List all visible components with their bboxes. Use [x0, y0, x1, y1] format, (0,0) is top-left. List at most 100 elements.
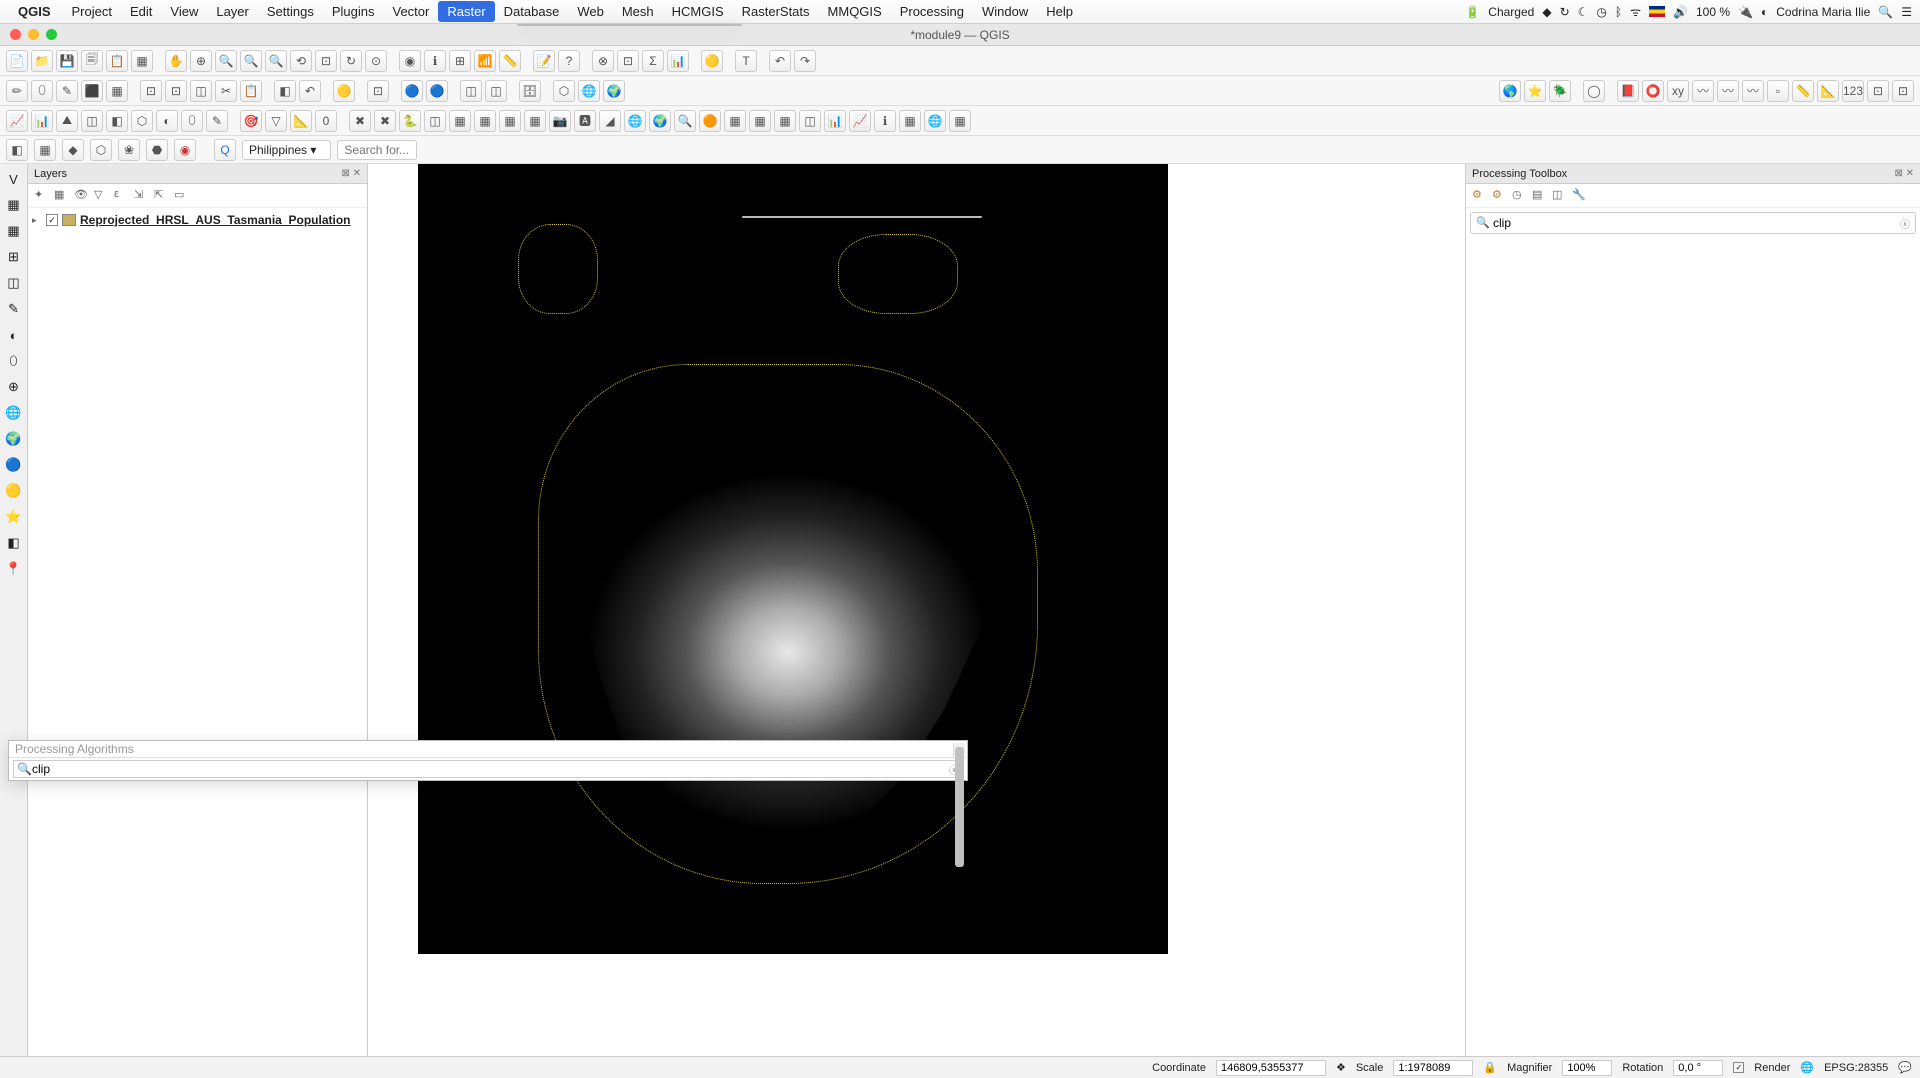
tool-button[interactable]: ⊙ [365, 50, 387, 72]
spotlight-icon[interactable]: 🔍 [1878, 5, 1893, 19]
tool-button[interactable]: 〰 [1742, 80, 1764, 102]
tool-button[interactable]: 📁 [31, 50, 53, 72]
tool-button[interactable]: ✋ [165, 50, 187, 72]
rot-input[interactable] [1673, 1060, 1723, 1076]
tool-button[interactable]: ▦ [724, 110, 746, 132]
sidebar-tool[interactable]: 🌍 [3, 428, 25, 450]
tool-button[interactable]: ◧ [106, 110, 128, 132]
tool-button[interactable]: 🌍 [603, 80, 625, 102]
tool-button[interactable]: ↶ [769, 50, 791, 72]
remove-icon[interactable]: ▭ [174, 188, 190, 204]
tool-button[interactable]: 📄 [6, 50, 28, 72]
tool-button[interactable]: ✂ [215, 80, 237, 102]
menu-vector[interactable]: Vector [384, 1, 439, 22]
tool-button[interactable]: ◫ [485, 80, 507, 102]
tool-button[interactable]: ▦ [499, 110, 521, 132]
tool-button[interactable]: 🌐 [924, 110, 946, 132]
crs-label[interactable]: EPSG:28355 [1824, 1062, 1888, 1074]
results-icon[interactable]: ▤ [1532, 188, 1548, 204]
evernote-icon[interactable]: ◆ [1542, 5, 1551, 19]
layer-row[interactable]: ▸Reprojected_HRSL_AUS_Tasmania_Populatio… [32, 212, 363, 228]
bluetooth-icon[interactable]: ᛒ [1615, 5, 1622, 19]
toolbox-tree[interactable] [1466, 238, 1920, 1056]
tool-button[interactable]: ◐ [156, 110, 178, 132]
tool-button[interactable]: ⛰ [56, 110, 78, 132]
volume-icon[interactable]: 🔊 [1673, 5, 1688, 19]
sidebar-tool[interactable]: ⊕ [3, 376, 25, 398]
tool-button[interactable]: ◫ [81, 110, 103, 132]
sidebar-tool[interactable]: 🌐 [3, 402, 25, 424]
tool-button[interactable]: ⊡ [140, 80, 162, 102]
tool-button[interactable]: 〰 [1692, 80, 1714, 102]
sidebar-tool[interactable]: ▦ [3, 220, 25, 242]
menu-raster[interactable]: Raster [438, 1, 494, 22]
tool-button[interactable]: xy [1667, 80, 1689, 102]
tool-button[interactable]: ▦ [774, 110, 796, 132]
control-center-icon[interactable]: ☰ [1901, 5, 1912, 19]
panel-close-icon[interactable]: ⊠ ✕ [1894, 168, 1914, 179]
tool-button[interactable]: 123 [1842, 80, 1864, 102]
sidebar-tool[interactable]: ◐ [3, 324, 25, 346]
expand-icon[interactable]: ⇲ [134, 188, 150, 204]
mag-input[interactable] [1562, 1060, 1612, 1076]
menu-window[interactable]: Window [973, 1, 1037, 22]
tool-button[interactable]: ◉ [399, 50, 421, 72]
tool-button[interactable]: ▦ [449, 110, 471, 132]
tool-button[interactable]: 📊 [824, 110, 846, 132]
tool-button[interactable]: ⬯ [181, 110, 203, 132]
tool-button[interactable]: ▦ [949, 110, 971, 132]
tool-button[interactable]: ℹ [874, 110, 896, 132]
tool-button[interactable]: 📏 [499, 50, 521, 72]
tool-button[interactable]: ⊡ [165, 80, 187, 102]
messages-icon[interactable]: 💬 [1898, 1061, 1912, 1074]
user-name[interactable]: Codrina Maria Ilie [1776, 5, 1870, 19]
tool-button[interactable]: ↻ [340, 50, 362, 72]
tool-button[interactable]: ◧ [274, 80, 296, 102]
menu-web[interactable]: Web [568, 1, 613, 22]
dnd-icon[interactable]: ☾ [1578, 5, 1589, 19]
tool-button[interactable]: 📷 [549, 110, 571, 132]
menu-hcmgis[interactable]: HCMGIS [663, 1, 733, 22]
eye-icon[interactable]: 👁 [74, 188, 90, 204]
sidebar-tool[interactable]: 🟡 [3, 480, 25, 502]
tool-button[interactable]: 🔵 [426, 80, 448, 102]
sidebar-tool[interactable]: ⬯ [3, 350, 25, 372]
tool-button[interactable]: ◫ [424, 110, 446, 132]
layer-tree[interactable]: ▸Reprojected_HRSL_AUS_Tasmania_Populatio… [28, 208, 367, 1056]
menu-help[interactable]: Help [1037, 1, 1082, 22]
time-machine-icon[interactable]: ◐ [1761, 5, 1768, 19]
panel-close-icon[interactable]: ⊠ ✕ [341, 168, 361, 179]
menu-edit[interactable]: Edit [121, 1, 161, 22]
clear-icon[interactable]: ⓧ [1900, 216, 1910, 231]
tool-button[interactable]: ✖ [374, 110, 396, 132]
tool-button[interactable]: 🔍 [240, 50, 262, 72]
raster-menu[interactable] [517, 24, 742, 26]
tool-button[interactable]: ✏ [6, 80, 28, 102]
tool-button[interactable]: 📈 [849, 110, 871, 132]
lock-icon[interactable]: 🔒 [1483, 1061, 1497, 1074]
menu-settings[interactable]: Settings [258, 1, 323, 22]
menu-layer[interactable]: Layer [207, 1, 258, 22]
tool-button[interactable]: ⊡ [1892, 80, 1914, 102]
options-icon[interactable]: 🔧 [1572, 188, 1588, 204]
tool-button[interactable]: 📶 [474, 50, 496, 72]
sidebar-tool[interactable]: ⊞ [3, 246, 25, 268]
sidebar-tool[interactable]: ▦ [3, 194, 25, 216]
layer-checkbox[interactable] [46, 214, 58, 226]
locator-search-input[interactable] [337, 140, 417, 160]
menu-processing[interactable]: Processing [891, 1, 973, 22]
tool-button[interactable]: 📐 [1817, 80, 1839, 102]
sidebar-tool[interactable]: V [3, 168, 25, 190]
tool-button[interactable]: ◧ [6, 139, 28, 161]
tool-button[interactable]: ⬛ [81, 80, 103, 102]
tool-button[interactable]: 📈 [6, 110, 28, 132]
sync-icon[interactable]: ↻ [1560, 5, 1570, 19]
tool-button[interactable]: ⭐ [1524, 80, 1546, 102]
tool-button[interactable]: 📊 [667, 50, 689, 72]
tool-button[interactable]: 📝 [533, 50, 555, 72]
tool-button[interactable]: 🟠 [699, 110, 721, 132]
crs-icon[interactable]: 🌐 [1800, 1061, 1814, 1074]
locator-popup[interactable]: Processing Algorithms 🔍 ⓧ [8, 740, 968, 781]
tool-button[interactable]: 🌎 [1499, 80, 1521, 102]
tool-button[interactable]: ↷ [794, 50, 816, 72]
